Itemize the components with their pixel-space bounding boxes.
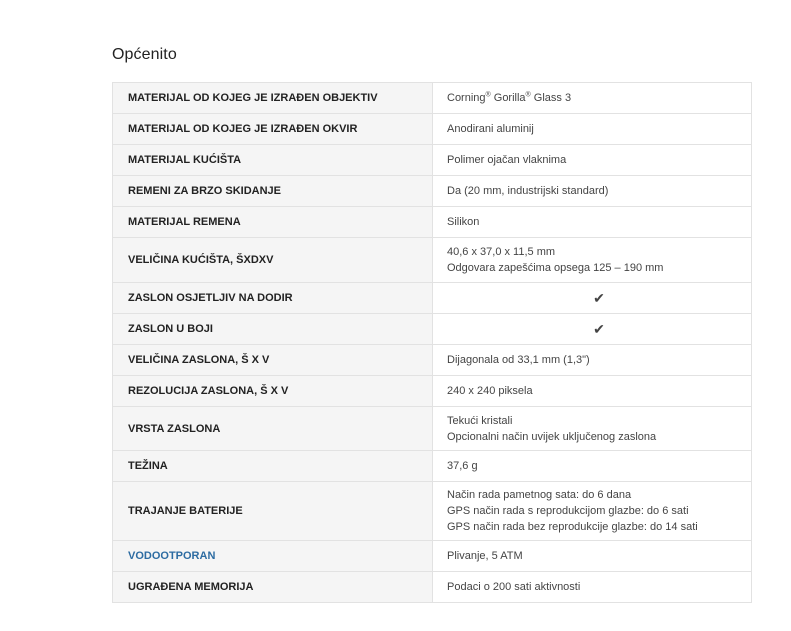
spec-value-line: GPS način rada bez reprodukcije glazbe: … bbox=[447, 521, 698, 533]
table-row: MATERIJAL REMENA Silikon bbox=[112, 206, 752, 238]
table-row: REZOLUCIJA ZASLONA, Š X V 240 x 240 piks… bbox=[112, 375, 752, 407]
table-row: UGRAĐENA MEMORIJA Podaci o 200 sati akti… bbox=[112, 571, 752, 603]
spec-value-line: 40,6 x 37,0 x 11,5 mm bbox=[447, 246, 556, 258]
spec-label: MATERIJAL REMENA bbox=[112, 206, 433, 238]
table-row: MATERIJAL OD KOJEG JE IZRAĐEN OBJEKTIV C… bbox=[112, 82, 752, 114]
table-row: REMENI ZA BRZO SKIDANJE Da (20 mm, indus… bbox=[112, 175, 752, 207]
spec-value-line: Tekući kristali bbox=[447, 414, 513, 427]
spec-label: ZASLON U BOJI bbox=[112, 313, 433, 345]
table-row: MATERIJAL OD KOJEG JE IZRAĐEN OKVIR Anod… bbox=[112, 113, 752, 145]
spec-value-line: GPS način rada s reprodukcijom glazbe: d… bbox=[447, 505, 689, 517]
spec-label: REMENI ZA BRZO SKIDANJE bbox=[112, 175, 433, 207]
spec-label: TEŽINA bbox=[112, 450, 433, 482]
spec-label: VRSTA ZASLONA bbox=[112, 406, 433, 451]
spec-value: Način rada pametnog sata: do 6 dana GPS … bbox=[432, 481, 752, 541]
spec-value: Tekući kristali Opcionalni način uvijek … bbox=[432, 406, 752, 451]
spec-label: VELIČINA KUĆIŠTA, ŠXDXV bbox=[112, 237, 433, 283]
table-row: ZASLON U BOJI ✔ bbox=[112, 313, 752, 345]
table-row: TRAJANJE BATERIJE Način rada pametnog sa… bbox=[112, 481, 752, 541]
spec-label: MATERIJAL OD KOJEG JE IZRAĐEN OKVIR bbox=[112, 113, 433, 145]
spec-value: 240 x 240 piksela bbox=[432, 375, 752, 407]
section-title: Općenito bbox=[112, 46, 177, 63]
table-row: VELIČINA ZASLONA, Š X V Dijagonala od 33… bbox=[112, 344, 752, 376]
table-row: VODOOTPORAN Plivanje, 5 ATM bbox=[112, 540, 752, 572]
table-row: MATERIJAL KUĆIŠTA Polimer ojačan vlaknim… bbox=[112, 144, 752, 176]
spec-value: Podaci o 200 sati aktivnosti bbox=[432, 571, 752, 603]
table-row: VELIČINA KUĆIŠTA, ŠXDXV 40,6 x 37,0 x 11… bbox=[112, 237, 752, 283]
checkmark-icon: ✔ bbox=[432, 282, 752, 314]
spec-value: Dijagonala od 33,1 mm (1,3") bbox=[432, 344, 752, 376]
spec-value: Plivanje, 5 ATM bbox=[432, 540, 752, 572]
checkmark-icon: ✔ bbox=[432, 313, 752, 345]
table-row: VRSTA ZASLONA Tekući kristali Opcionalni… bbox=[112, 406, 752, 451]
spec-label: TRAJANJE BATERIJE bbox=[112, 481, 433, 541]
spec-label: MATERIJAL OD KOJEG JE IZRAĐEN OBJEKTIV bbox=[112, 82, 433, 114]
spec-label: ZASLON OSJETLJIV NA DODIR bbox=[112, 282, 433, 314]
table-row: TEŽINA 37,6 g bbox=[112, 450, 752, 482]
spec-label: UGRAĐENA MEMORIJA bbox=[112, 571, 433, 603]
spec-value-line: Odgovara zapešćima opsega 125 – 190 mm bbox=[447, 262, 664, 274]
spec-label: REZOLUCIJA ZASLONA, Š X V bbox=[112, 375, 433, 407]
specs-table: MATERIJAL OD KOJEG JE IZRAĐEN OBJEKTIV C… bbox=[112, 82, 752, 603]
spec-value: Anodirani aluminij bbox=[432, 113, 752, 145]
spec-value-line: Opcionalni način uvijek uključenog zaslo… bbox=[447, 430, 657, 443]
spec-value: Polimer ojačan vlaknima bbox=[432, 144, 752, 176]
spec-value: 37,6 g bbox=[432, 450, 752, 482]
vodootporan-link[interactable]: VODOOTPORAN bbox=[112, 540, 433, 572]
spec-value-line: Način rada pametnog sata: do 6 dana bbox=[447, 489, 632, 501]
table-row: ZASLON OSJETLJIV NA DODIR ✔ bbox=[112, 282, 752, 314]
spec-label: VELIČINA ZASLONA, Š X V bbox=[112, 344, 433, 376]
spec-value: Da (20 mm, industrijski standard) bbox=[432, 175, 752, 207]
spec-value: Silikon bbox=[432, 206, 752, 238]
spec-label: MATERIJAL KUĆIŠTA bbox=[112, 144, 433, 176]
spec-value: Corning® Gorilla® Glass 3 bbox=[432, 82, 752, 114]
spec-value: 40,6 x 37,0 x 11,5 mm Odgovara zapešćima… bbox=[432, 237, 752, 283]
